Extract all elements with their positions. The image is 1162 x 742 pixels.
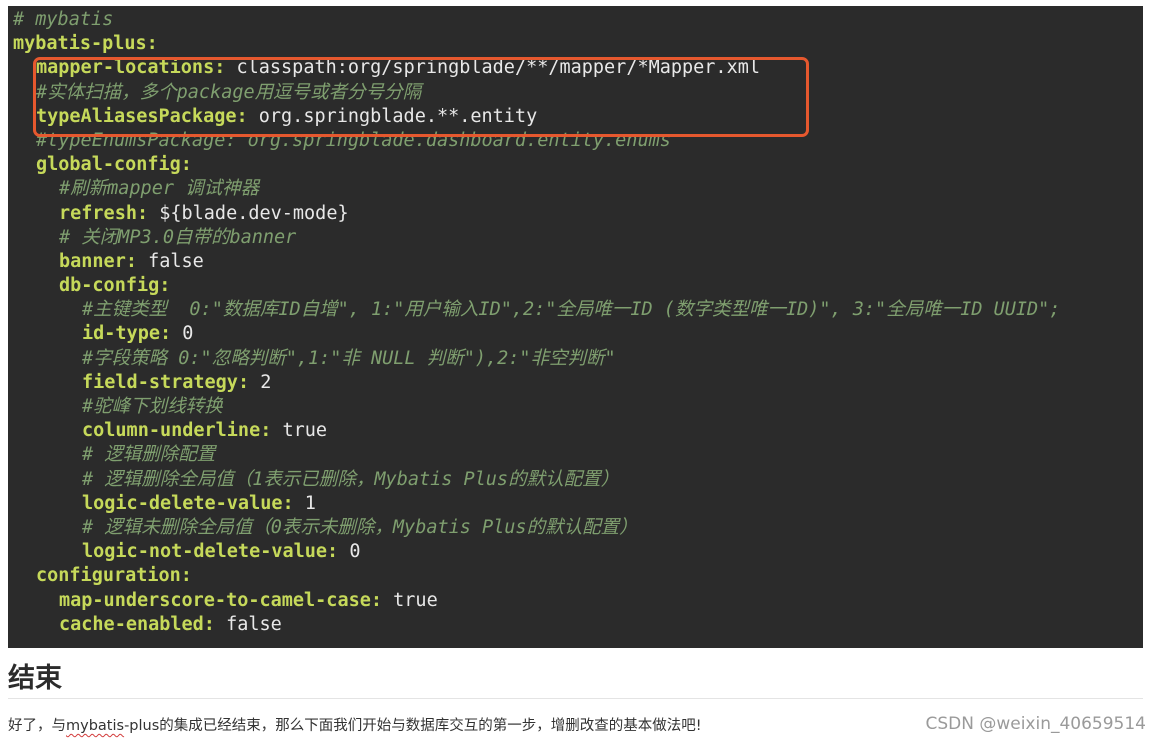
code-line: cache-enabled: false <box>8 613 1060 637</box>
code-colon: : <box>159 275 171 297</box>
csdn-watermark: CSDN @weixin_40659514 <box>925 714 1146 734</box>
code-comment: #刷新mapper 调试神器 <box>59 178 260 200</box>
code-colon: : <box>180 154 192 176</box>
code-line: #typeEnumsPackage: org.springblade.dashb… <box>8 129 1060 153</box>
code-line: field-strategy: 2 <box>8 371 1060 395</box>
code-colon: : <box>203 613 215 635</box>
code-line: map-underscore-to-camel-case: true <box>8 589 1060 613</box>
code-key: typeAliasesPackage <box>36 105 237 127</box>
code-line: mapper-locations: classpath:org/springbl… <box>8 56 1060 80</box>
article-paragraph: 好了，与mybatis-plus的集成已经结束，那么下面我们开始与数据库交互的第… <box>8 716 702 736</box>
code-line: #驼峰下划线转换 <box>8 395 1060 419</box>
code-value: org.springblade.**.entity <box>247 105 538 127</box>
code-line: refresh: ${blade.dev-mode} <box>8 202 1060 226</box>
code-comment: # mybatis <box>13 9 114 30</box>
code-comment: # 逻辑删除全局值（1表示已删除，Mybatis Plus的默认配置） <box>82 468 620 490</box>
code-line: # 逻辑删除配置 <box>8 443 1060 467</box>
code-line: #刷新mapper 调试神器 <box>8 177 1060 201</box>
code-key: mapper-locations <box>36 57 215 79</box>
code-value: true <box>271 420 328 442</box>
code-line: id-type: 0 <box>8 322 1060 346</box>
code-colon: : <box>159 323 172 345</box>
code-colon: : <box>282 492 294 514</box>
paragraph-spellcheck-word: mybatis <box>66 718 125 734</box>
code-key: logic-delete-value <box>82 492 283 514</box>
code-comment: #typeEnumsPackage: org.springblade.dashb… <box>36 129 671 151</box>
code-line: column-underline: true <box>8 419 1060 443</box>
code-comment: #实体扫描，多个package用逗号或者分号分隔 <box>36 81 422 103</box>
code-line: banner: false <box>8 250 1060 274</box>
code-colon: : <box>327 541 339 563</box>
code-comment: #驼峰下划线转换 <box>82 396 223 417</box>
code-key: field-strategy <box>82 371 238 393</box>
code-comment: # 关闭MP3.0自带的banner <box>59 226 297 248</box>
paragraph-text-end: -plus的集成已经结束，那么下面我们开始与数据库交互的第一步，增删改查的基本做… <box>124 718 702 734</box>
code-line: configuration: <box>8 564 1060 588</box>
paragraph-text-start: 好了，与 <box>8 718 66 734</box>
code-line: #主键类型 0:"数据库ID自增", 1:"用户输入ID",2:"全局唯一ID … <box>8 298 1060 322</box>
code-comment: #字段策略 0:"忽略判断",1:"非 NULL 判断"),2:"非空判断" <box>82 347 616 369</box>
page: # mybatis mybatis-plus: mapper-locations: … <box>0 0 1162 742</box>
code-value: 1 <box>293 492 316 514</box>
section-heading: 结束 <box>8 663 62 694</box>
code-key: mybatis-plus <box>13 33 147 55</box>
code-comment: # 逻辑未删除全局值（0表示未删除，Mybatis Plus的默认配置） <box>82 516 638 538</box>
code-value: ${blade.dev-mode} <box>148 202 349 224</box>
code-value: 2 <box>249 371 272 393</box>
code-colon: : <box>146 33 158 55</box>
code-block: # mybatis mybatis-plus: mapper-locations: … <box>8 6 1143 648</box>
code-line: # 逻辑未删除全局值（0表示未删除，Mybatis Plus的默认配置） <box>8 516 1060 540</box>
code-colon: : <box>260 420 272 442</box>
code-key: db-config <box>59 275 160 297</box>
code-key: logic-not-delete-value <box>82 541 328 563</box>
heading-divider <box>8 698 1143 699</box>
code-value: classpath:org/springblade/**/mapper/*Map… <box>225 57 760 79</box>
code-line: global-config: <box>8 153 1060 177</box>
code-value: false <box>214 613 282 635</box>
code-colon: : <box>136 202 149 224</box>
code-key: banner <box>59 250 126 272</box>
code-colon: : <box>180 565 192 587</box>
code-key: refresh <box>59 202 137 224</box>
code-colon: : <box>236 105 248 127</box>
code-comment: #主键类型 0:"数据库ID自增", 1:"用户输入ID",2:"全局唯一ID … <box>82 299 1061 321</box>
code-value: true <box>382 589 438 611</box>
code-line: # 逻辑删除全局值（1表示已删除，Mybatis Plus的默认配置） <box>8 468 1060 492</box>
code-line: #实体扫描，多个package用逗号或者分号分隔 <box>8 81 1060 105</box>
code-line: logic-not-delete-value: 0 <box>8 540 1060 564</box>
code-colon: : <box>237 371 250 393</box>
code-line: typeAliasesPackage: org.springblade.**.e… <box>8 105 1060 129</box>
code-line: #字段策略 0:"忽略判断",1:"非 NULL 判断"),2:"非空判断" <box>8 347 1060 371</box>
code-colon: : <box>125 250 137 272</box>
code-line: mybatis-plus: <box>8 32 1060 56</box>
code-key: cache-enabled <box>59 613 204 635</box>
code-value: 0 <box>338 541 361 563</box>
code-line: # 关闭MP3.0自带的banner <box>8 226 1060 250</box>
code-colon: : <box>370 589 383 611</box>
code-comment: # 逻辑删除配置 <box>82 444 216 466</box>
code-key: column-underline <box>82 420 261 442</box>
code-line: # mybatis <box>8 8 1060 32</box>
code-key: map-underscore-to-camel-case <box>59 589 371 611</box>
code-line: logic-delete-value: 1 <box>8 492 1060 516</box>
code-lines: # mybatis mybatis-plus: mapper-locations: … <box>8 8 1060 637</box>
code-key: global-config <box>36 154 181 176</box>
code-value: false <box>136 250 204 272</box>
code-colon: : <box>214 57 226 79</box>
code-key: configuration <box>36 565 181 587</box>
code-line: db-config: <box>8 274 1060 298</box>
code-key: id-type <box>82 323 160 345</box>
code-value: 0 <box>171 323 194 345</box>
